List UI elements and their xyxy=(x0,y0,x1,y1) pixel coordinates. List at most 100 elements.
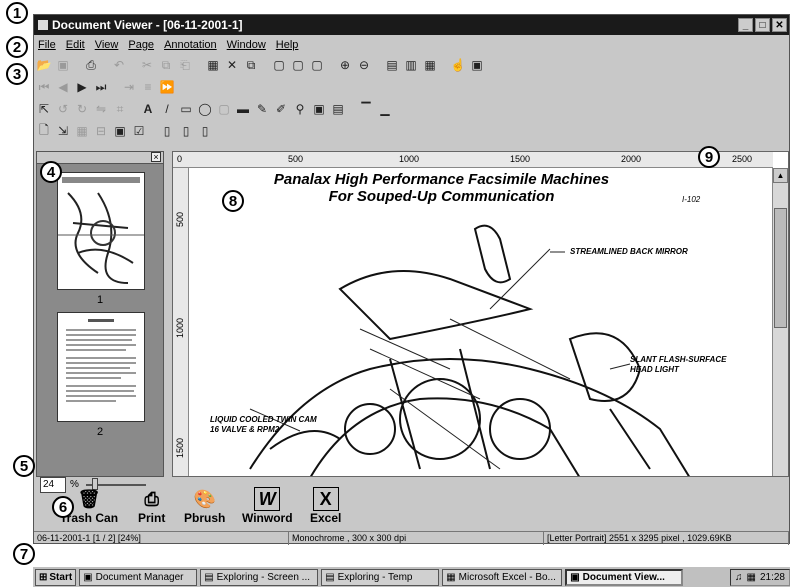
shortcut-excel[interactable]: X Excel xyxy=(310,487,341,525)
fast-forward-icon[interactable]: ⏩ xyxy=(159,79,175,95)
menu-annotation[interactable]: Annotation xyxy=(164,39,217,51)
delete-icon[interactable]: ✕ xyxy=(224,57,240,73)
prev-page-icon[interactable]: ◀ xyxy=(55,79,71,95)
shortcut-label-winword: Winword xyxy=(242,511,293,525)
horizontal-ruler: 0 500 1000 1500 2000 2500 xyxy=(173,152,773,168)
task-microsoft-excel[interactable]: ▦ Microsoft Excel - Bo... xyxy=(442,568,563,586)
fit-page-icon[interactable]: ▤ xyxy=(384,57,400,73)
new-page-icon[interactable]: 🗋 xyxy=(36,123,52,139)
text-tool-icon[interactable]: A xyxy=(140,101,156,117)
merge-icon[interactable]: ▦ xyxy=(74,123,90,139)
shortcut-pbrush[interactable]: 🎨 Pbrush xyxy=(184,487,226,526)
minimize-button[interactable]: _ xyxy=(738,18,753,32)
page-double-icon[interactable]: ▯ xyxy=(178,123,194,139)
task-exploring-temp[interactable]: ▤ Exploring - Temp xyxy=(321,568,440,586)
label-flash-1: SLANT FLASH-SURFACE xyxy=(630,355,727,364)
annotation-select-icon[interactable]: ⇱ xyxy=(36,101,52,117)
first-page-icon[interactable]: ⏮ xyxy=(36,79,52,95)
scroll-thumb[interactable] xyxy=(774,208,787,328)
stamp-icon[interactable]: ⚲ xyxy=(292,101,308,117)
rotate-left-icon[interactable]: ↺ xyxy=(55,101,71,117)
menu-help[interactable]: Help xyxy=(276,39,299,51)
vertical-scrollbar[interactable]: ▲ xyxy=(772,168,788,476)
clock[interactable]: 21:28 xyxy=(760,572,785,583)
status-bar: 06-11-2001-1 [1 / 2] [24%] Monochrome , … xyxy=(34,531,789,545)
list-icon[interactable]: ≡ xyxy=(140,79,156,95)
scan-icon[interactable]: ▦ xyxy=(205,57,221,73)
shortcut-label-pbrush: Pbrush xyxy=(184,511,226,525)
properties-icon[interactable]: ▣ xyxy=(112,123,128,139)
callout-7: 7 xyxy=(13,543,35,565)
task-document-manager[interactable]: ▣ Document Manager xyxy=(79,568,198,586)
menu-bar: File Edit View Page Annotation Window He… xyxy=(34,36,789,54)
crop-icon[interactable]: ⌗ xyxy=(112,101,128,117)
page-single-icon[interactable]: ▯ xyxy=(159,123,175,139)
maximize-button[interactable]: □ xyxy=(755,18,770,32)
menu-file[interactable]: File xyxy=(38,39,56,51)
image-annot-icon[interactable]: ▣ xyxy=(311,101,327,117)
paste-icon[interactable]: ⎗ xyxy=(177,57,193,73)
print-icon[interactable]: ⎙ xyxy=(83,57,99,73)
app-icon[interactable] xyxy=(38,20,48,30)
page-icon-2[interactable]: ▢ xyxy=(290,57,306,73)
note-icon[interactable]: ▤ xyxy=(330,101,346,117)
rounded-rect-icon[interactable]: ▢ xyxy=(216,101,232,117)
rectangle-tool-icon[interactable]: ▭ xyxy=(178,101,194,117)
shortcut-bar: 🗑 Trash Can ⎙ Print 🎨 Pbrush W Winword X… xyxy=(34,483,789,533)
task-exploring-screen[interactable]: ▤ Exploring - Screen ... xyxy=(200,568,319,586)
thumbnail-page-1[interactable] xyxy=(57,172,145,290)
goto-page-icon[interactable]: ⇥ xyxy=(121,79,137,95)
undo-icon[interactable]: ↶ xyxy=(111,57,127,73)
menu-window[interactable]: Window xyxy=(227,39,266,51)
fit-width-icon[interactable]: ▥ xyxy=(403,57,419,73)
thumbnail-view-icon[interactable]: ▣ xyxy=(469,57,485,73)
start-button[interactable]: ⊞ Start xyxy=(35,568,77,586)
thumbnail-pane: × 1 2 xyxy=(36,151,164,477)
copy-icon[interactable]: ⧉ xyxy=(158,57,174,73)
scroll-up-icon[interactable]: ▲ xyxy=(773,168,788,183)
hide-annot-icon[interactable]: ▔ xyxy=(358,101,374,117)
page-icon-1[interactable]: ▢ xyxy=(271,57,287,73)
import-icon[interactable]: ⇲ xyxy=(55,123,71,139)
vruler-label-1500: 1500 xyxy=(175,438,185,459)
shortcut-winword[interactable]: W Winword xyxy=(242,487,293,525)
menu-edit[interactable]: Edit xyxy=(66,39,85,51)
thumbnail-page-2[interactable] xyxy=(57,312,145,422)
ellipse-tool-icon[interactable]: ◯ xyxy=(197,101,213,117)
split-icon[interactable]: ⊟ xyxy=(93,123,109,139)
line-tool-icon[interactable]: / xyxy=(159,101,175,117)
hruler-label-1500: 1500 xyxy=(510,154,531,164)
hand-tool-icon[interactable]: ☝ xyxy=(450,57,466,73)
zoom-in-icon[interactable]: ⊕ xyxy=(337,57,353,73)
filled-rect-icon[interactable]: ▬ xyxy=(235,101,251,117)
page-icon-3[interactable]: ▢ xyxy=(309,57,325,73)
fit-height-icon[interactable]: ▦ xyxy=(422,57,438,73)
save-icon[interactable]: ▣ xyxy=(55,57,71,73)
checkbox-icon[interactable]: ☑ xyxy=(131,123,147,139)
open-icon[interactable]: 📂 xyxy=(36,57,52,73)
menu-view[interactable]: View xyxy=(95,39,119,51)
pen-tool-icon[interactable]: ✎ xyxy=(254,101,270,117)
windows-logo-icon: ⊞ xyxy=(39,571,48,583)
flip-icon[interactable]: ⇋ xyxy=(93,101,109,117)
close-button[interactable]: ✕ xyxy=(772,18,787,32)
show-annot-icon[interactable]: ▁ xyxy=(377,101,393,117)
close-thumbnail-pane-icon[interactable]: × xyxy=(151,152,161,162)
last-page-icon[interactable]: ⏭ xyxy=(93,79,109,95)
document-view[interactable]: 0 500 1000 1500 2000 2500 500 1000 1500 … xyxy=(172,151,789,477)
task-app-icon: ▣ xyxy=(570,571,580,583)
rotate-right-icon[interactable]: ↻ xyxy=(74,101,90,117)
speaker-icon[interactable]: ♫ xyxy=(735,572,743,583)
duplicate-icon[interactable]: ⧉ xyxy=(243,57,259,73)
next-page-icon[interactable]: ▶ xyxy=(74,79,90,95)
task-app-icon: ▤ xyxy=(325,571,335,583)
title-bar[interactable]: Document Viewer - [06-11-2001-1] _ □ ✕ xyxy=(34,15,789,35)
shortcut-print[interactable]: ⎙ Print xyxy=(138,487,165,526)
task-document-viewer[interactable]: ▣ Document View... xyxy=(565,568,684,586)
cut-icon[interactable]: ✂ xyxy=(139,57,155,73)
network-icon[interactable]: ▦ xyxy=(747,572,756,583)
zoom-out-icon[interactable]: ⊖ xyxy=(356,57,372,73)
highlighter-icon[interactable]: ✐ xyxy=(273,101,289,117)
menu-page[interactable]: Page xyxy=(128,39,154,51)
page-continuous-icon[interactable]: ▯ xyxy=(197,123,213,139)
